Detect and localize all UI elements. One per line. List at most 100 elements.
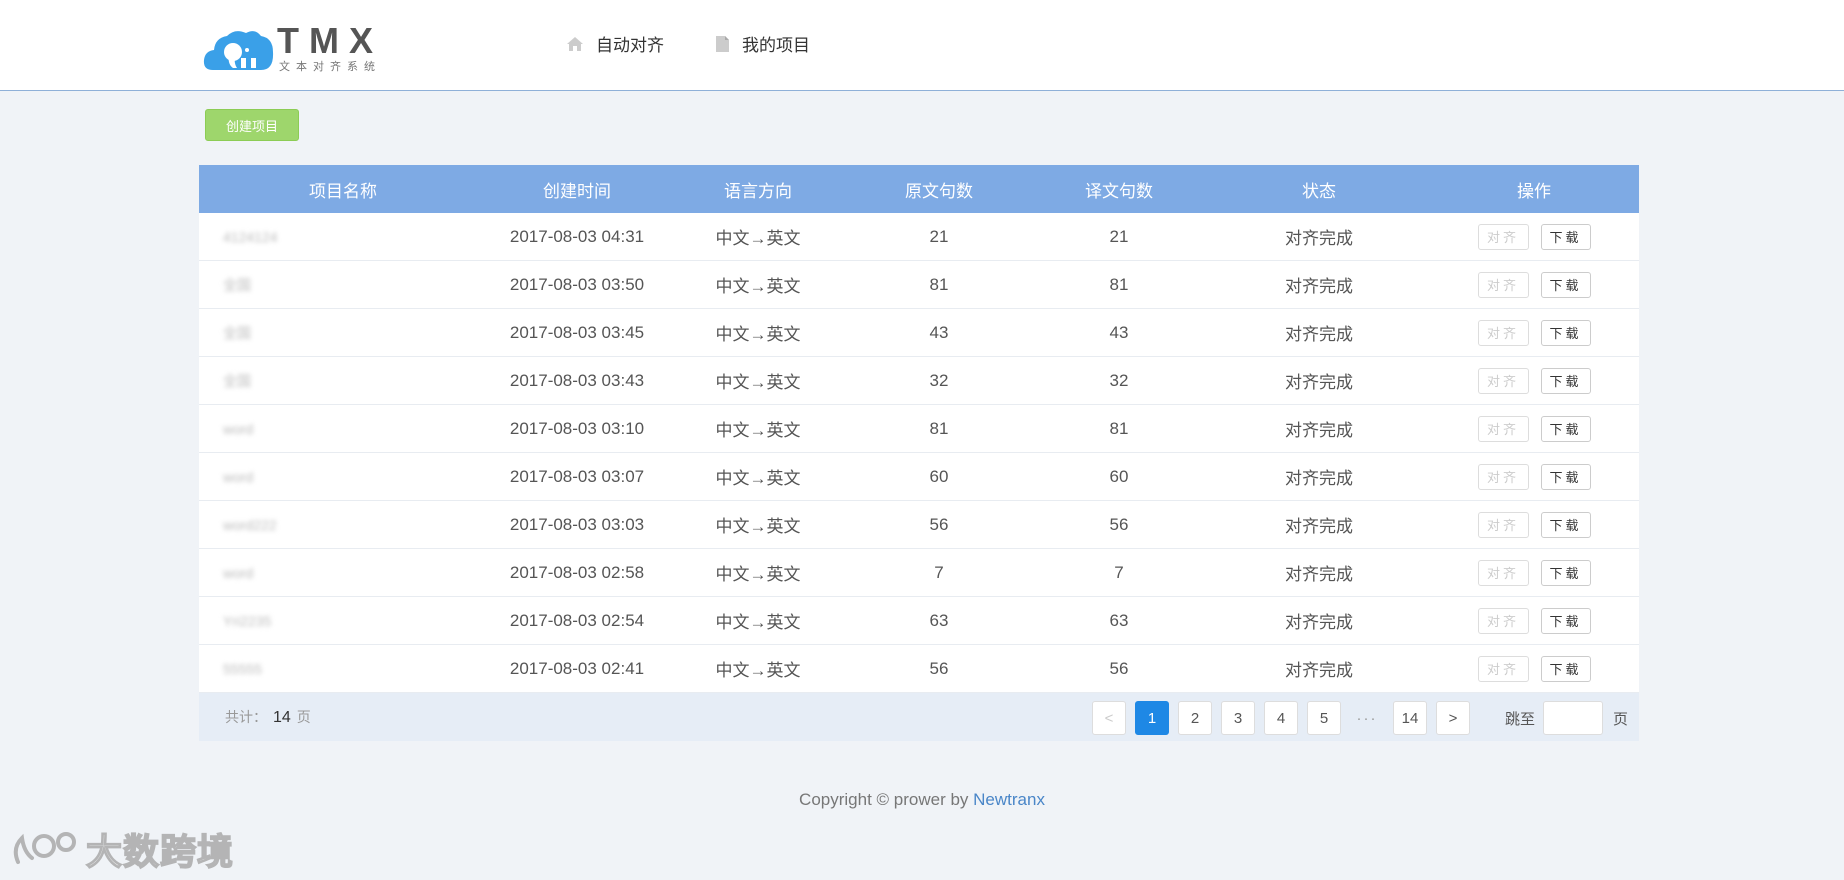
table-row: word 2017-08-03 03:10 中文→英文 81 81 对齐完成 对齐 下载 bbox=[199, 405, 1639, 453]
jump-page-input[interactable] bbox=[1543, 701, 1604, 735]
column-header-created[interactable]: 创建时间 bbox=[487, 177, 667, 202]
source-count-cell: 56 bbox=[929, 514, 949, 534]
source-count-cell: 32 bbox=[929, 370, 949, 390]
download-button[interactable]: 下载 bbox=[1540, 415, 1591, 442]
actions-cell: 对齐 下载 bbox=[1429, 607, 1639, 634]
align-button[interactable]: 对齐 bbox=[1477, 559, 1529, 586]
target-count-cell: 43 bbox=[1109, 322, 1129, 342]
logo-subtitle: 文本对齐系统 bbox=[279, 61, 381, 73]
status-cell: 对齐完成 bbox=[1285, 421, 1353, 440]
download-button[interactable]: 下载 bbox=[1540, 511, 1591, 538]
page-button-3[interactable]: 3 bbox=[1221, 701, 1255, 735]
create-project-button[interactable]: 创建项目 bbox=[205, 109, 299, 141]
align-button[interactable]: 对齐 bbox=[1477, 655, 1529, 682]
project-name-cell[interactable]: word bbox=[199, 421, 487, 437]
projects-table: 项目名称 创建时间 语言方向 原文句数 译文句数 状态 操作 4124124 20… bbox=[199, 165, 1639, 741]
source-count-cell: 7 bbox=[934, 562, 944, 582]
direction-cell: 中文→英文 bbox=[715, 613, 801, 632]
status-cell: 对齐完成 bbox=[1285, 517, 1353, 536]
page-button-5[interactable]: 5 bbox=[1307, 701, 1341, 735]
created-time-cell: 2017-08-03 02:54 bbox=[509, 610, 645, 630]
page-button-last[interactable]: 14 bbox=[1393, 701, 1427, 735]
direction-cell: 中文→英文 bbox=[715, 325, 801, 344]
page-button-2[interactable]: 2 bbox=[1178, 701, 1212, 735]
table-row: 4124124 2017-08-03 04:31 中文→英文 21 21 对齐完成 对齐 下载 bbox=[199, 213, 1639, 261]
column-header-actions: 操作 bbox=[1517, 181, 1551, 201]
table-row: word222 2017-08-03 03:03 中文→英文 56 56 对齐完成 对齐 下载 bbox=[199, 501, 1639, 549]
align-button[interactable]: 对齐 bbox=[1477, 223, 1529, 250]
column-header-target-count[interactable]: 译文句数 bbox=[1029, 177, 1209, 202]
download-button[interactable]: 下载 bbox=[1540, 319, 1591, 346]
download-button[interactable]: 下载 bbox=[1540, 607, 1591, 634]
direction-cell: 中文→英文 bbox=[715, 373, 801, 392]
created-time-cell: 2017-08-03 03:50 bbox=[509, 274, 645, 294]
status-cell: 对齐完成 bbox=[1285, 373, 1353, 392]
created-time-cell: 2017-08-03 02:41 bbox=[509, 658, 645, 678]
source-count-cell: 81 bbox=[929, 418, 949, 438]
column-header-status[interactable]: 状态 bbox=[1209, 177, 1429, 202]
created-time-cell: 2017-08-03 04:31 bbox=[509, 226, 645, 246]
actions-cell: 对齐 下载 bbox=[1429, 415, 1639, 442]
align-button[interactable]: 对齐 bbox=[1477, 463, 1529, 490]
prev-page-button[interactable]: < bbox=[1092, 701, 1126, 735]
align-button[interactable]: 对齐 bbox=[1477, 511, 1529, 538]
status-cell: 对齐完成 bbox=[1285, 613, 1353, 632]
nav-item-auto-align[interactable]: 自动对齐 bbox=[566, 31, 664, 56]
direction-cell: 中文→英文 bbox=[715, 517, 801, 536]
table-header: 项目名称 创建时间 语言方向 原文句数 译文句数 状态 操作 bbox=[199, 165, 1639, 213]
total-prefix: 共计： bbox=[225, 709, 267, 725]
target-count-cell: 63 bbox=[1109, 610, 1129, 630]
download-button[interactable]: 下载 bbox=[1540, 271, 1591, 298]
watermark-logo-icon bbox=[13, 832, 76, 864]
download-button[interactable]: 下载 bbox=[1540, 559, 1591, 586]
logo[interactable]: TMX 文本对齐系统 bbox=[203, 22, 393, 73]
page-button-1[interactable]: 1 bbox=[1135, 701, 1169, 735]
target-count-cell: 81 bbox=[1109, 418, 1129, 438]
project-name-cell[interactable]: word bbox=[199, 565, 487, 581]
project-name-cell[interactable]: word bbox=[199, 469, 487, 485]
project-name-cell[interactable]: 全国 bbox=[199, 275, 487, 295]
actions-cell: 对齐 下载 bbox=[1429, 223, 1639, 250]
direction-cell: 中文→英文 bbox=[715, 661, 801, 680]
table-row: Yri2235 2017-08-03 02:54 中文→英文 63 63 对齐完成 对齐 下载 bbox=[199, 597, 1639, 645]
align-button[interactable]: 对齐 bbox=[1477, 607, 1529, 634]
project-name-cell[interactable]: Yri2235 bbox=[199, 613, 487, 629]
source-count-cell: 63 bbox=[929, 610, 949, 630]
target-count-cell: 56 bbox=[1109, 658, 1129, 678]
align-button[interactable]: 对齐 bbox=[1477, 415, 1529, 442]
source-count-cell: 56 bbox=[929, 658, 949, 678]
column-header-source-count[interactable]: 原文句数 bbox=[849, 177, 1029, 202]
nav-item-my-projects[interactable]: 我的项目 bbox=[714, 31, 810, 56]
project-name-cell[interactable]: 55555 bbox=[199, 661, 487, 677]
download-button[interactable]: 下载 bbox=[1540, 655, 1591, 682]
download-button[interactable]: 下载 bbox=[1540, 367, 1591, 394]
jump-unit: 页 bbox=[1613, 710, 1629, 728]
download-button[interactable]: 下载 bbox=[1540, 223, 1591, 250]
project-name-cell[interactable]: word222 bbox=[199, 517, 487, 533]
source-count-cell: 81 bbox=[929, 274, 949, 294]
align-button[interactable]: 对齐 bbox=[1477, 271, 1529, 298]
project-name-cell[interactable]: 全国 bbox=[199, 371, 487, 391]
project-name-cell[interactable]: 全国 bbox=[199, 323, 487, 343]
next-page-button[interactable]: > bbox=[1436, 701, 1470, 735]
align-button[interactable]: 对齐 bbox=[1477, 367, 1529, 394]
table-row: 全国 2017-08-03 03:50 中文→英文 81 81 对齐完成 对齐 下载 bbox=[199, 261, 1639, 309]
column-header-name[interactable]: 项目名称 bbox=[199, 177, 487, 202]
actions-cell: 对齐 下载 bbox=[1429, 559, 1639, 586]
status-cell: 对齐完成 bbox=[1285, 661, 1353, 680]
watermark: 大数跨境 bbox=[10, 826, 240, 873]
direction-cell: 中文→英文 bbox=[715, 229, 801, 248]
table-footer: 共计： 14 页 < 1 2 3 4 5 ··· 14 > 跳至 页 bbox=[199, 693, 1639, 741]
status-cell: 对齐完成 bbox=[1285, 565, 1353, 584]
created-time-cell: 2017-08-03 03:43 bbox=[509, 370, 645, 390]
project-name-cell[interactable]: 4124124 bbox=[199, 229, 487, 245]
cloud-elephant-logo-icon bbox=[203, 31, 274, 70]
download-button[interactable]: 下载 bbox=[1540, 463, 1591, 490]
column-header-direction[interactable]: 语言方向 bbox=[667, 177, 849, 202]
status-cell: 对齐完成 bbox=[1285, 325, 1353, 344]
created-time-cell: 2017-08-03 03:10 bbox=[509, 418, 645, 438]
table-row: 全国 2017-08-03 03:43 中文→英文 32 32 对齐完成 对齐 下载 bbox=[199, 357, 1639, 405]
align-button[interactable]: 对齐 bbox=[1477, 319, 1529, 346]
newtranx-link[interactable]: Newtranx bbox=[973, 790, 1045, 809]
page-button-4[interactable]: 4 bbox=[1264, 701, 1298, 735]
